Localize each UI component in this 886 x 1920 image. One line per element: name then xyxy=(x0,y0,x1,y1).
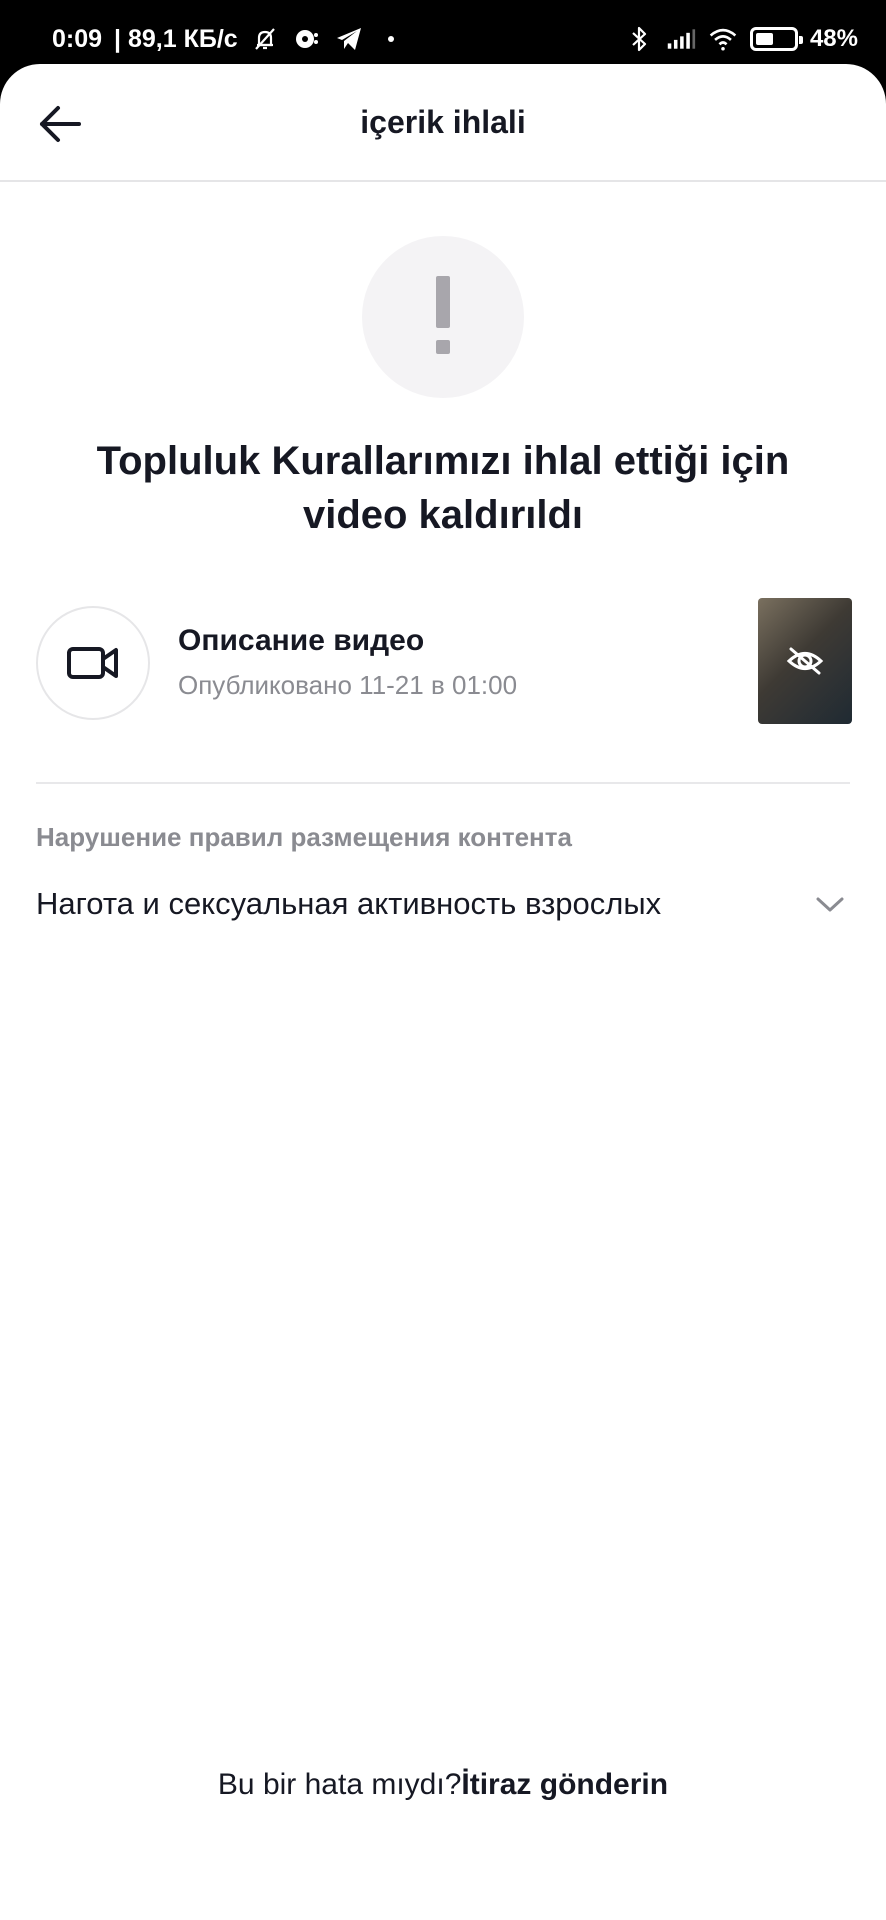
battery-icon xyxy=(749,27,803,51)
wifi-icon xyxy=(708,24,738,54)
content-violation-page: içerik ihlali Topluluk Kurallarımızı ihl… xyxy=(0,64,886,1920)
status-time: 0:09 xyxy=(52,24,103,53)
appeal-link[interactable]: İtiraz gönderin xyxy=(461,1768,668,1801)
chevron-down-icon[interactable] xyxy=(810,884,850,924)
arrow-left-icon xyxy=(40,106,81,142)
section-divider xyxy=(36,782,850,784)
warning-icon-circle xyxy=(362,236,524,398)
violation-title: Topluluk Kurallarımızı ihlal ettiği için… xyxy=(96,439,790,537)
mobile-app-icon xyxy=(292,24,322,54)
battery-tip xyxy=(798,36,803,44)
video-title: Описание видео xyxy=(178,624,425,657)
screen: 0:09 | 89,1 КБ/с 48% içerik ihlali Toplu… xyxy=(0,0,886,1920)
video-icon-circle xyxy=(36,606,150,720)
battery-fill xyxy=(755,33,773,45)
appeal-prompt: Bu bir hata mıydı?İtiraz gönderin xyxy=(0,1768,886,1802)
video-published-time: Опубликовано 11-21 в 01:00 xyxy=(178,670,518,700)
violation-section-label: Нарушение правил размещения контента xyxy=(36,822,572,852)
bluetooth-icon xyxy=(624,24,654,54)
exclamation-bar xyxy=(436,276,450,328)
video-thumbnail[interactable] xyxy=(758,598,852,724)
violation-reason-row[interactable]: Нагота и сексуальная активность взрослых xyxy=(36,872,850,936)
page-header: içerik ihlali xyxy=(0,64,886,182)
back-button[interactable] xyxy=(32,96,88,152)
eye-off-icon xyxy=(786,647,824,675)
status-right: 48% xyxy=(624,24,858,54)
network-speed: | 89,1 КБ/с xyxy=(114,24,238,53)
telegram-icon xyxy=(334,24,364,54)
signal-icon xyxy=(666,24,696,54)
page-title: içerik ihlali xyxy=(360,103,526,140)
appeal-question: Bu bir hata mıydı? xyxy=(217,1768,462,1801)
removed-video-card: Описание видео Опубликовано 11-21 в 01:0… xyxy=(36,598,852,724)
violation-reason: Нагота и сексуальная активность взрослых xyxy=(36,886,662,921)
status-left: 0:09 | 89,1 КБ/с xyxy=(52,24,406,54)
exclamation-dot xyxy=(436,340,450,354)
battery-percent: 48% xyxy=(809,25,858,52)
video-camera-icon xyxy=(67,647,118,679)
notification-dot-icon xyxy=(376,24,406,54)
muted-bell-icon xyxy=(250,24,280,54)
